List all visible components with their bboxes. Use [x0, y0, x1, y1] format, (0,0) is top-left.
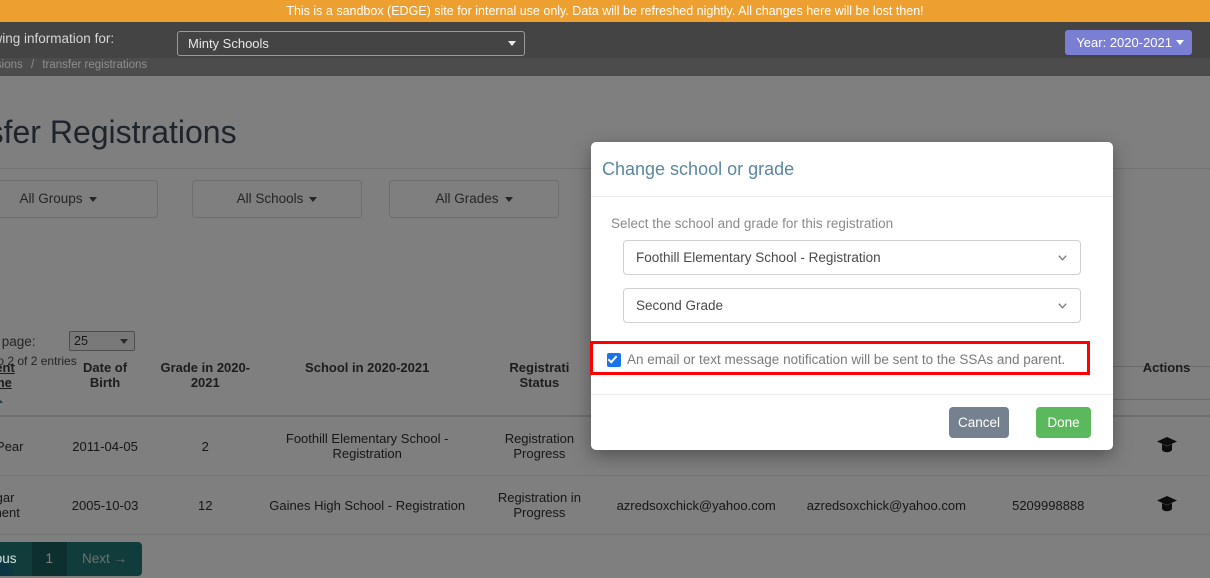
app-root: This is a sandbox (EDGE) site for intern… — [0, 0, 1210, 578]
year-value: 2020-2021 — [1109, 35, 1172, 50]
chevron-down-icon — [1058, 255, 1067, 261]
sandbox-banner: This is a sandbox (EDGE) site for intern… — [0, 0, 1210, 22]
year-label: Year: — [1076, 35, 1107, 50]
modal-hint: Select the school and grade for this reg… — [611, 216, 894, 231]
modal-title: Change school or grade — [602, 159, 795, 179]
grade-select[interactable]: Second Grade — [623, 288, 1081, 323]
modal-header: Change school or grade — [591, 142, 1113, 197]
done-button[interactable]: Done — [1036, 407, 1091, 438]
school-select-value: Foothill Elementary School - Registratio… — [636, 250, 881, 265]
cancel-button[interactable]: Cancel — [949, 407, 1009, 438]
breadcrumb-parent[interactable]: missions — [0, 59, 23, 71]
notification-checkbox[interactable] — [607, 353, 621, 367]
grade-select-value: Second Grade — [636, 298, 724, 313]
year-selector-button[interactable]: Year: 2020-2021 — [1065, 30, 1192, 55]
school-context-select[interactable]: Minty Schools — [177, 31, 525, 56]
notification-highlight-box: An email or text message notification wi… — [590, 341, 1090, 375]
chevron-down-icon — [508, 41, 516, 46]
breadcrumb-bar: missions / transfer registrations — [0, 58, 1210, 76]
chevron-down-icon — [1058, 303, 1067, 309]
breadcrumb-current: transfer registrations — [42, 59, 148, 71]
checkmark-icon — [607, 353, 618, 364]
school-context-value: Minty Schools — [188, 36, 269, 51]
school-select[interactable]: Foothill Elementary School - Registratio… — [623, 240, 1081, 275]
change-school-or-grade-modal: Change school or grade Select the school… — [590, 142, 1113, 450]
viewing-information-label: are viewing information for: — [0, 31, 115, 46]
breadcrumb-separator: / — [30, 59, 35, 71]
modal-footer: Cancel Done — [591, 394, 1113, 450]
notification-label: An email or text message notification wi… — [627, 352, 1066, 367]
modal-body: Select the school and grade for this reg… — [590, 197, 1113, 394]
chevron-down-icon — [1176, 40, 1184, 45]
breadcrumb: missions / transfer registrations — [0, 59, 147, 71]
